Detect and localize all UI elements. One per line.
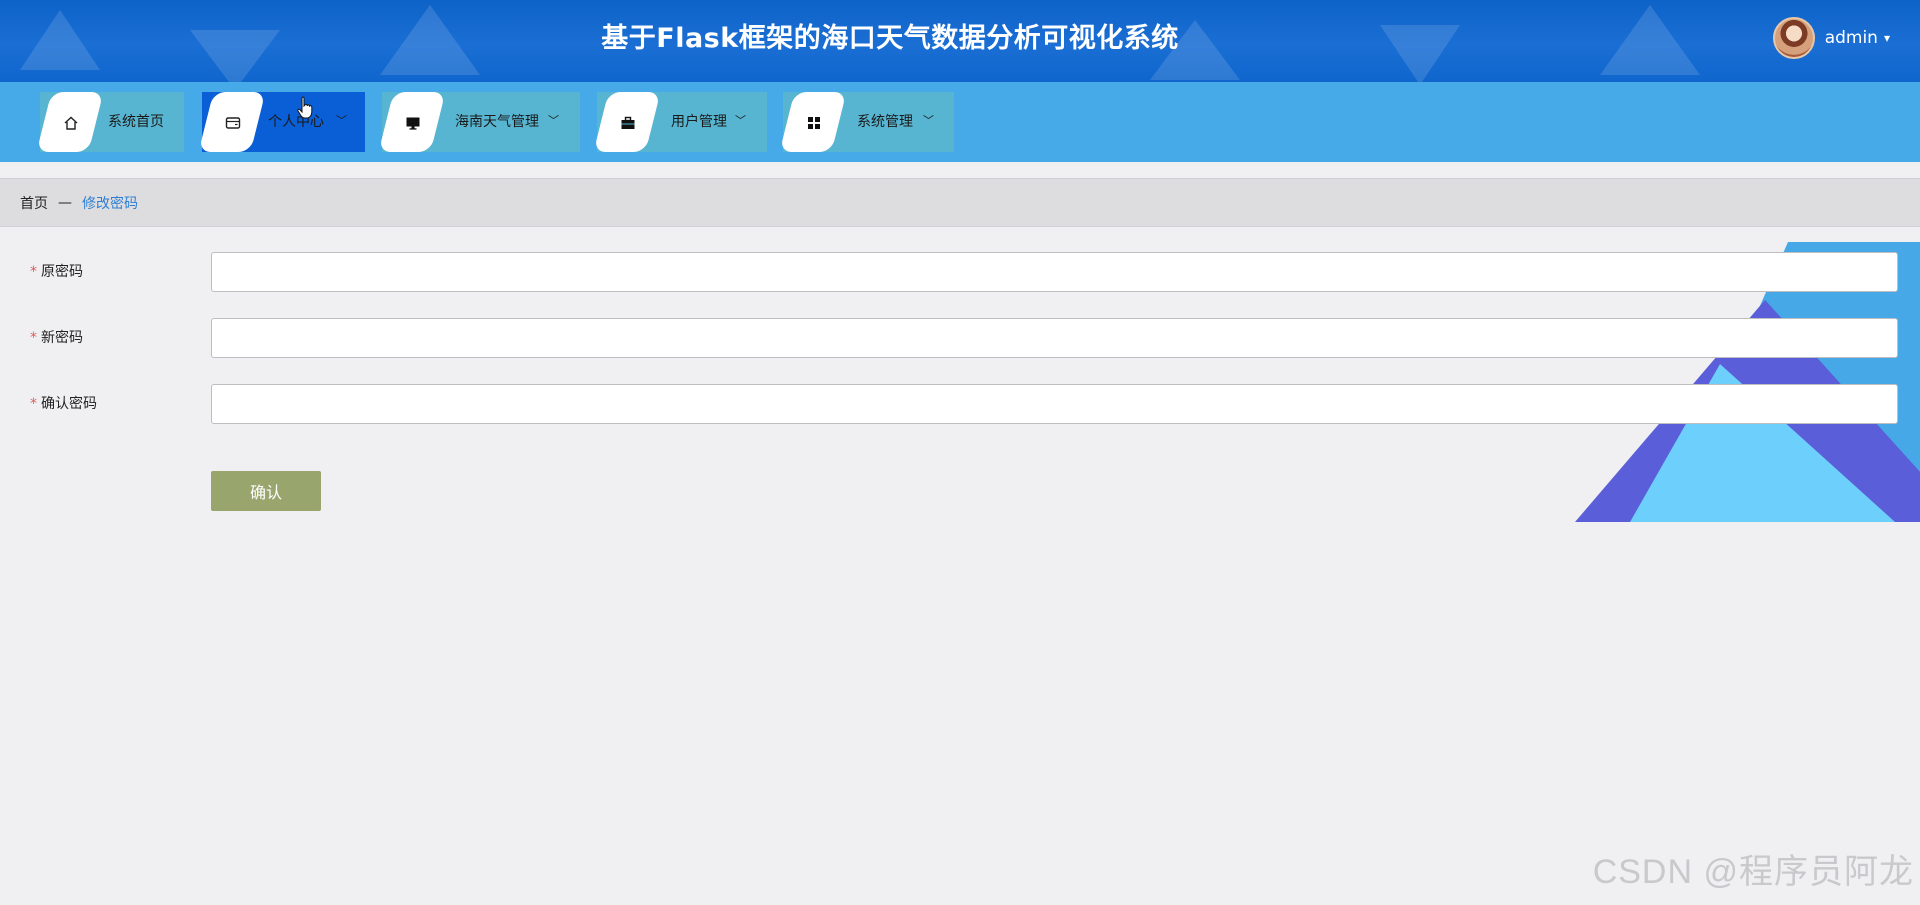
main-nav: 系统首页 个人中心 ﹀ 海南天气管理 ﹀ 用户管理 ﹀ 系统管理 ﹀: [0, 82, 1920, 162]
nav-item-user-management[interactable]: 用户管理 ﹀: [593, 92, 767, 152]
hand-cursor-icon: [297, 96, 313, 119]
form-row-old-password: * 原密码: [0, 252, 1920, 292]
home-icon: [62, 114, 80, 132]
user-menu[interactable]: admin ▾: [1772, 16, 1890, 60]
nav-item-system-management[interactable]: 系统管理 ﹀: [779, 92, 954, 152]
breadcrumb-home[interactable]: 首页: [20, 193, 48, 213]
page-title: 基于Flask框架的海口天气数据分析可视化系统: [601, 23, 1179, 54]
breadcrumb: 首页 — 修改密码: [0, 178, 1920, 227]
grid-icon: [805, 114, 823, 132]
breadcrumb-separator: —: [58, 194, 72, 211]
required-mark: *: [30, 264, 37, 280]
field-label: * 原密码: [30, 252, 83, 292]
required-mark: *: [30, 396, 37, 412]
wallet-icon: [224, 114, 242, 132]
nav-label: 海南天气管理: [455, 114, 539, 130]
watermark: CSDN @程序员阿龙: [1592, 853, 1914, 891]
nav-item-weather-management[interactable]: 海南天气管理 ﹀: [378, 92, 580, 152]
form-row-new-password: * 新密码: [0, 318, 1920, 358]
field-label: * 新密码: [30, 318, 83, 358]
briefcase-icon: [619, 114, 637, 132]
form-row-confirm-password: * 确认密码: [0, 384, 1920, 424]
nav-item-personal-center[interactable]: 个人中心 ﹀: [198, 92, 365, 152]
nav-label: 系统管理: [857, 114, 913, 130]
chevron-down-icon: ﹀: [735, 114, 746, 127]
chevron-down-icon: ﹀: [548, 114, 559, 127]
confirm-password-label: 确认密码: [41, 396, 97, 412]
breadcrumb-current[interactable]: 修改密码: [82, 193, 138, 213]
caret-down-icon[interactable]: ▾: [1884, 31, 1890, 45]
field-label: * 确认密码: [30, 384, 97, 424]
chevron-down-icon: ﹀: [336, 114, 347, 127]
top-header: 基于Flask框架的海口天气数据分析可视化系统 admin ▾: [0, 0, 1920, 82]
nav-item-home[interactable]: 系统首页: [36, 92, 184, 152]
new-password-input[interactable]: [211, 318, 1898, 358]
avatar[interactable]: [1772, 17, 1815, 59]
monitor-icon: [404, 114, 422, 132]
chevron-down-icon: ﹀: [923, 114, 934, 127]
new-password-label: 新密码: [41, 330, 83, 346]
confirm-button[interactable]: 确认: [211, 471, 321, 511]
old-password-input[interactable]: [211, 252, 1898, 292]
confirm-password-input[interactable]: [211, 384, 1898, 424]
nav-label: 系统首页: [108, 114, 164, 130]
required-mark: *: [30, 330, 37, 346]
nav-label: 用户管理: [671, 114, 727, 130]
old-password-label: 原密码: [41, 264, 83, 280]
username[interactable]: admin: [1825, 28, 1878, 48]
